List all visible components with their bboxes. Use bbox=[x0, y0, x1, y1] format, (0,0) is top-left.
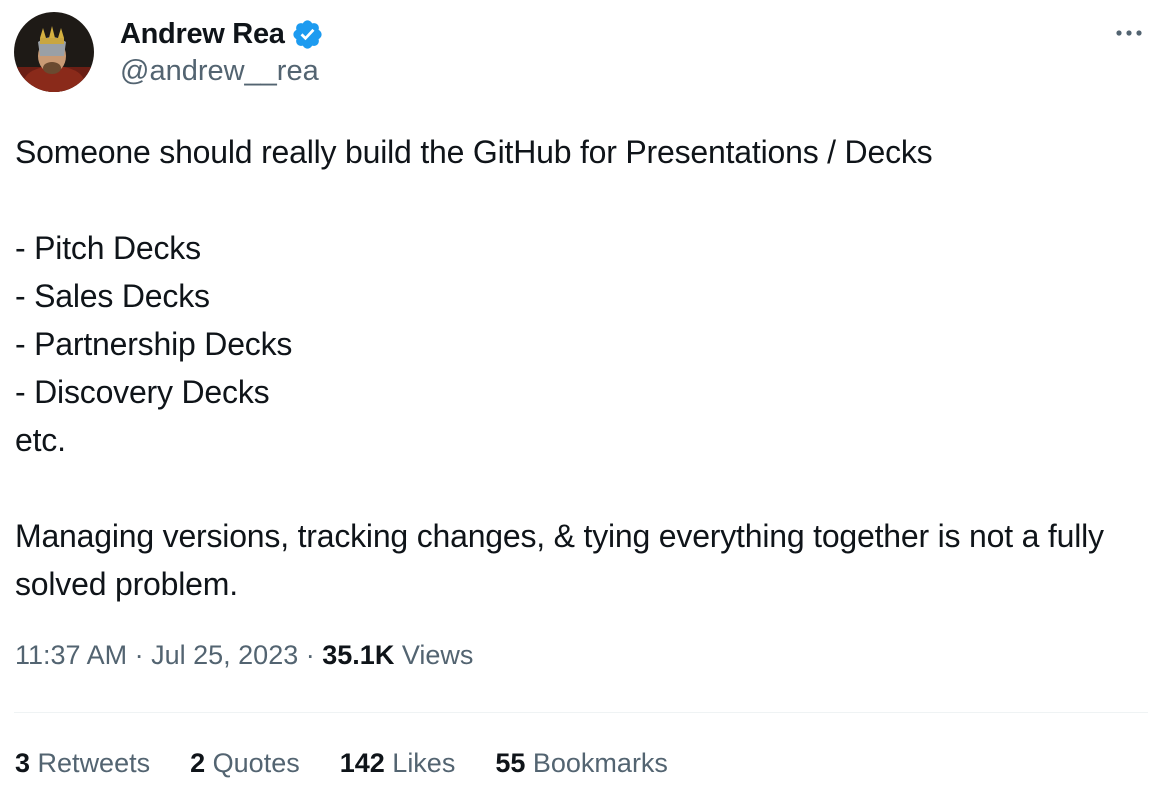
retweets-stat[interactable]: 3 Retweets bbox=[15, 748, 150, 779]
bookmarks-stat[interactable]: 55 Bookmarks bbox=[495, 748, 668, 779]
author-handle[interactable]: @andrew__rea bbox=[120, 55, 324, 88]
divider bbox=[14, 712, 1148, 713]
stat-count: 3 bbox=[15, 748, 31, 778]
stat-count: 55 bbox=[495, 748, 526, 778]
stat-count: 2 bbox=[190, 748, 206, 778]
name-row: Andrew Rea bbox=[120, 15, 324, 53]
stat-label: Likes bbox=[392, 748, 456, 778]
stat-count: 142 bbox=[339, 748, 385, 778]
views-label: Views bbox=[401, 640, 474, 670]
meta-separator: · bbox=[134, 640, 144, 670]
engagement-stats: 3 Retweets 2 Quotes 142 Likes 55 Bookmar… bbox=[15, 748, 708, 779]
display-name[interactable]: Andrew Rea bbox=[120, 18, 285, 51]
author-block: Andrew Rea @andrew__rea bbox=[120, 15, 324, 88]
stat-label: Retweets bbox=[37, 748, 151, 778]
tweet-meta: 11:37 AM · Jul 25, 2023 · 35.1K Views bbox=[15, 640, 473, 671]
views-count: 35.1K bbox=[322, 640, 395, 670]
tweet-text: Someone should really build the GitHub f… bbox=[15, 134, 1104, 602]
likes-stat[interactable]: 142 Likes bbox=[340, 748, 456, 779]
stat-label: Quotes bbox=[212, 748, 300, 778]
avatar[interactable] bbox=[14, 12, 94, 92]
tweet-header: Andrew Rea @andrew__rea bbox=[14, 12, 1148, 94]
meta-separator: · bbox=[305, 640, 315, 670]
tweet-time[interactable]: 11:37 AM bbox=[15, 640, 127, 670]
tweet-date[interactable]: Jul 25, 2023 bbox=[151, 640, 298, 670]
more-horizontal-icon[interactable] bbox=[1114, 26, 1144, 38]
verified-badge-icon[interactable] bbox=[291, 18, 324, 51]
avatar-image bbox=[14, 12, 94, 92]
quotes-stat[interactable]: 2 Quotes bbox=[190, 748, 300, 779]
stat-label: Bookmarks bbox=[532, 748, 668, 778]
